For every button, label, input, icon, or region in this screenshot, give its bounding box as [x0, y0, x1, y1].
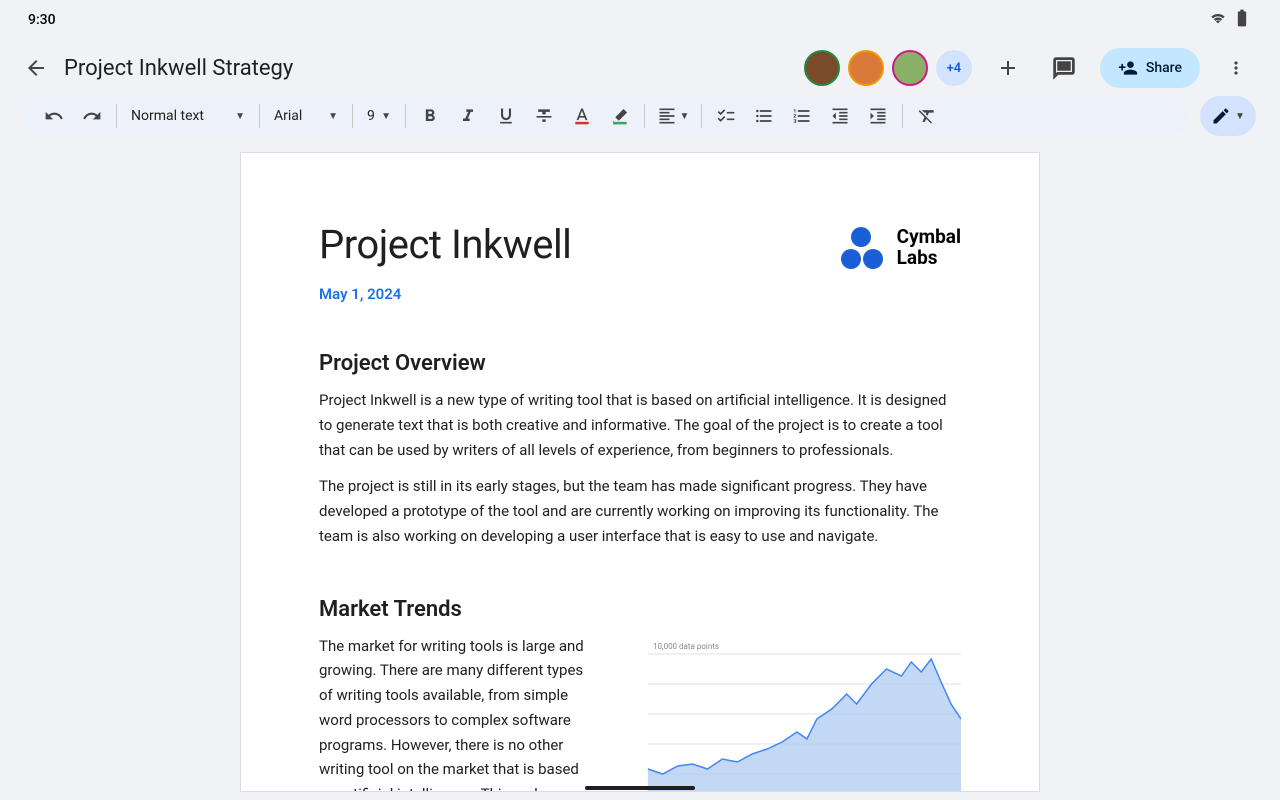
chevron-down-icon: ▼	[680, 111, 690, 122]
navigation-handle[interactable]	[585, 786, 695, 790]
comment-button[interactable]	[1044, 48, 1084, 88]
market-trends-chart: 10,000 data points	[623, 634, 961, 793]
clear-formatting-button[interactable]	[909, 100, 945, 132]
document-page[interactable]: Project Inkwell Cymbal Labs May 1, 2024 …	[240, 152, 1040, 792]
chevron-down-icon: ▼	[328, 111, 338, 122]
undo-button[interactable]	[36, 100, 72, 132]
share-button[interactable]: Share	[1100, 48, 1200, 88]
italic-button[interactable]	[450, 100, 486, 132]
battery-icon	[1232, 8, 1252, 32]
company-logo: Cymbal Labs	[841, 227, 961, 269]
collaborator-avatar[interactable]	[848, 50, 884, 86]
title-bar: Project Inkwell Strategy +4 Share	[0, 40, 1280, 96]
highlight-color-button[interactable]	[602, 100, 638, 132]
add-button[interactable]	[988, 48, 1028, 88]
status-bar: 9:30	[0, 0, 1280, 40]
paragraph: The market for writing tools is large an…	[319, 634, 599, 793]
clock: 9:30	[28, 12, 56, 28]
decrease-indent-button[interactable]	[822, 100, 858, 132]
document-title[interactable]: Project Inkwell Strategy	[64, 56, 788, 81]
more-collaborators[interactable]: +4	[936, 50, 972, 86]
font-size-select[interactable]: 9 ▼	[359, 100, 399, 132]
share-label: Share	[1146, 60, 1182, 76]
text-color-button[interactable]	[564, 100, 600, 132]
section-heading: Project Overview	[319, 351, 961, 376]
redo-button[interactable]	[74, 100, 110, 132]
collaborator-avatar[interactable]	[804, 50, 840, 86]
chevron-down-icon: ▼	[381, 111, 391, 122]
collaborators: +4	[804, 50, 972, 86]
checklist-button[interactable]	[708, 100, 744, 132]
more-menu-button[interactable]	[1216, 48, 1256, 88]
chevron-down-icon: ▼	[1235, 111, 1245, 122]
doc-heading: Project Inkwell	[319, 221, 571, 268]
bold-button[interactable]	[412, 100, 448, 132]
numbered-list-button[interactable]	[784, 100, 820, 132]
underline-button[interactable]	[488, 100, 524, 132]
formatting-toolbar: Normal text ▼ Arial ▼ 9 ▼ ▼	[24, 96, 1188, 136]
section-heading: Market Trends	[319, 597, 961, 622]
strikethrough-button[interactable]	[526, 100, 562, 132]
paragraph: Project Inkwell is a new type of writing…	[319, 388, 961, 462]
wifi-icon	[1208, 8, 1228, 32]
increase-indent-button[interactable]	[860, 100, 896, 132]
editing-mode-button[interactable]: ▼	[1200, 96, 1256, 136]
bulleted-list-button[interactable]	[746, 100, 782, 132]
doc-date: May 1, 2024	[319, 285, 961, 303]
font-select[interactable]: Arial ▼	[266, 100, 346, 132]
collaborator-avatar[interactable]	[892, 50, 928, 86]
text-style-select[interactable]: Normal text ▼	[123, 100, 253, 132]
chevron-down-icon: ▼	[235, 111, 245, 122]
back-button[interactable]	[24, 56, 48, 80]
paragraph: The project is still in its early stages…	[319, 474, 961, 548]
align-button[interactable]: ▼	[651, 100, 695, 132]
